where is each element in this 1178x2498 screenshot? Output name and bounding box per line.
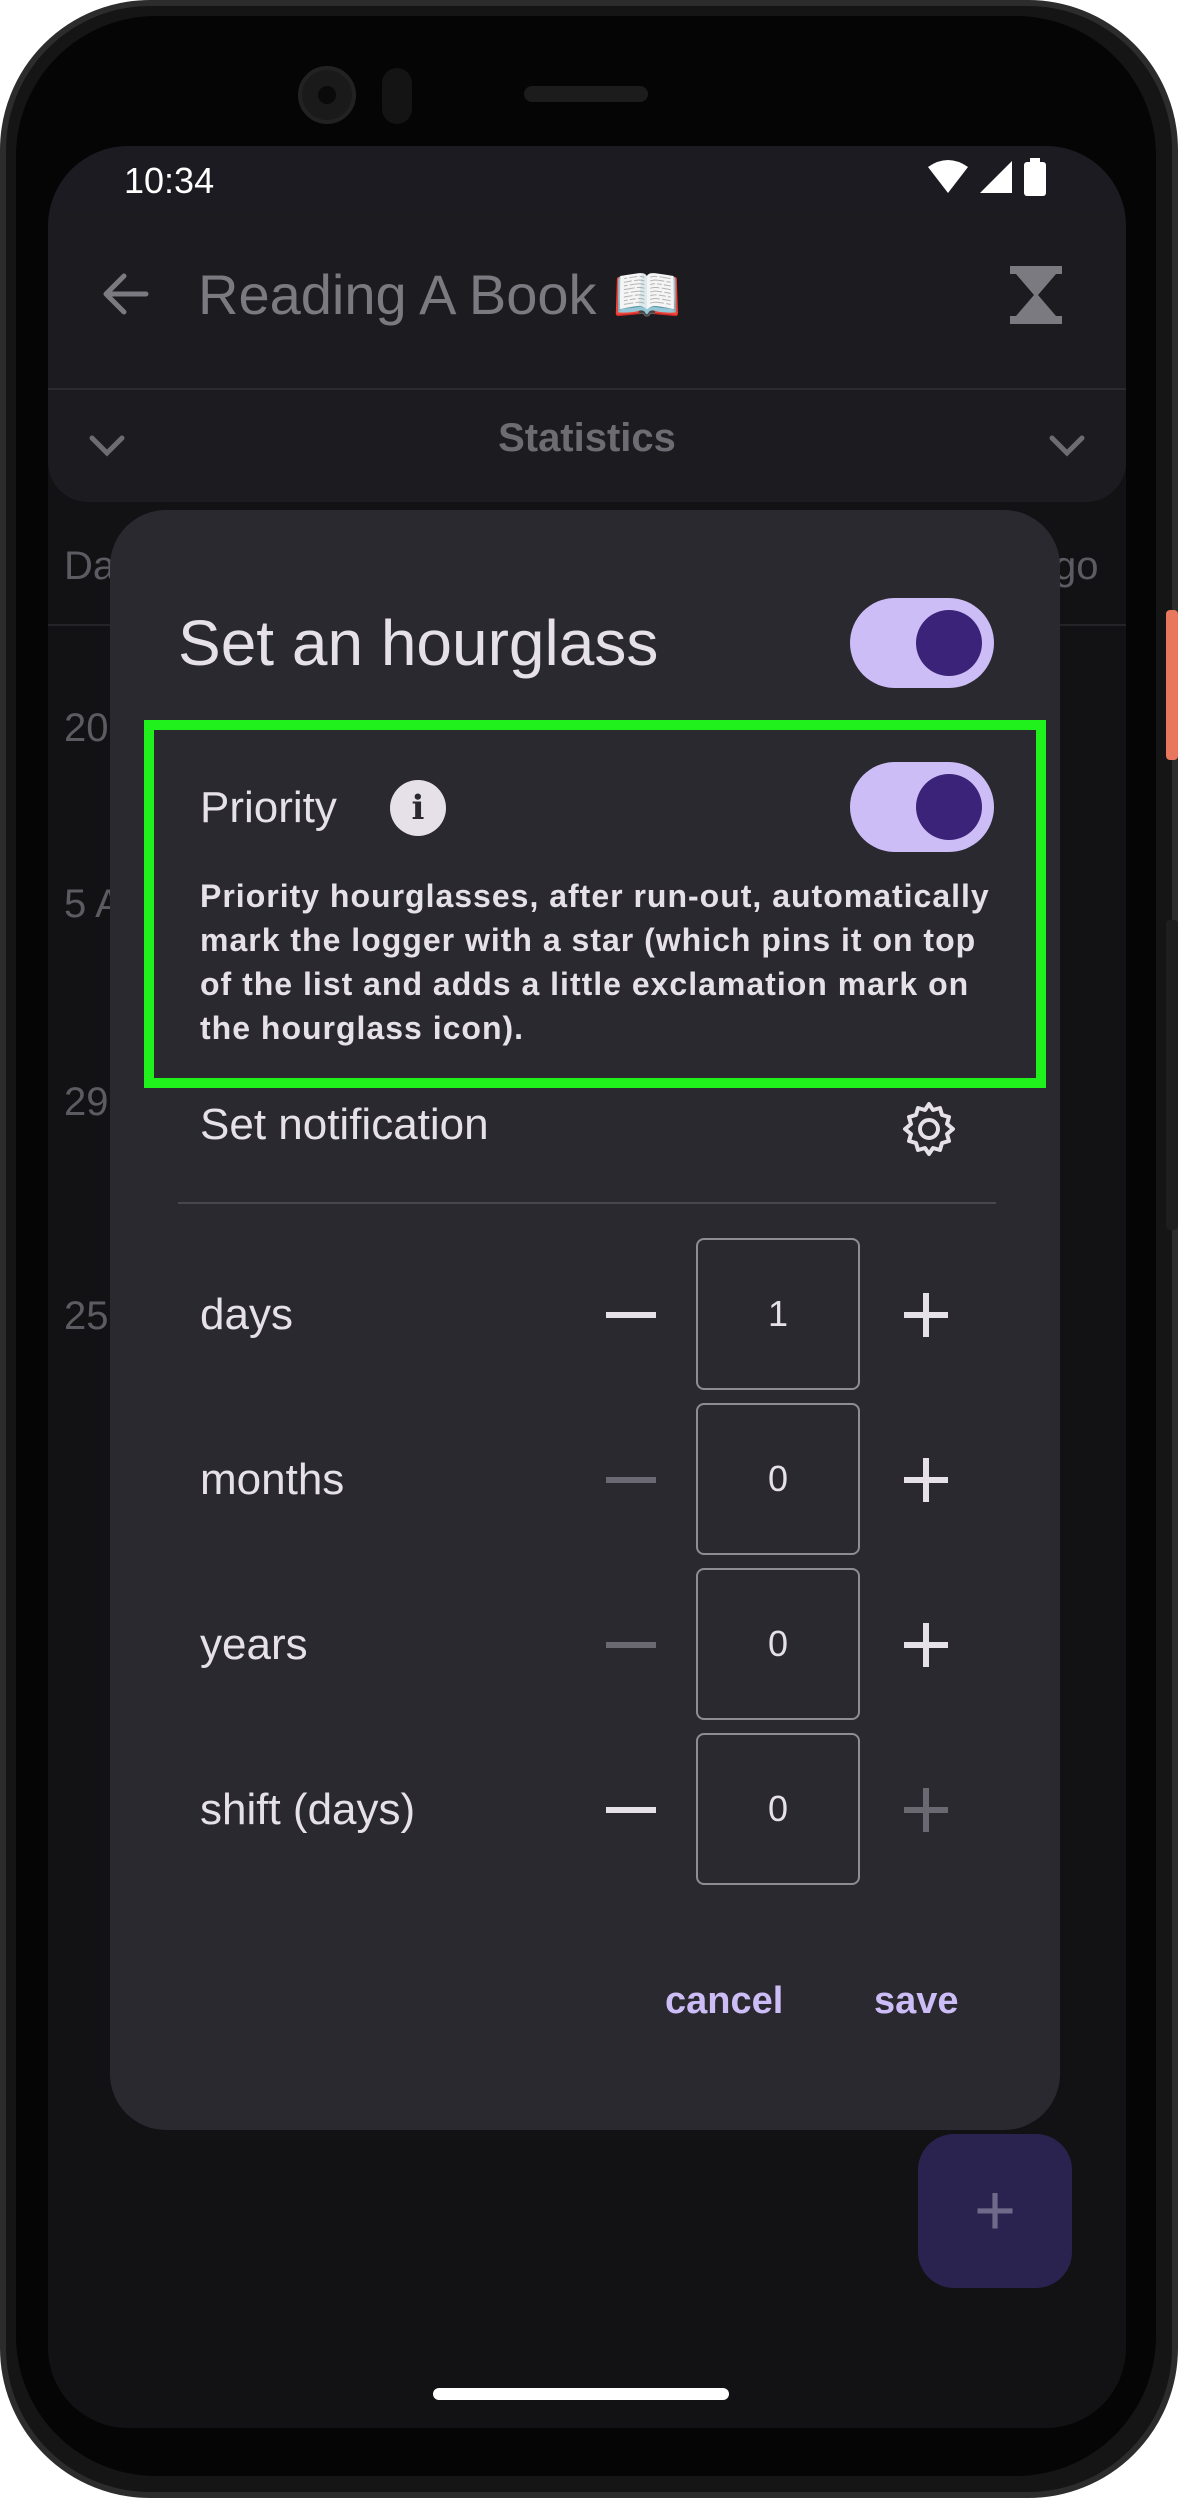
list-item: 20 — [64, 706, 109, 750]
days-minus-button[interactable] — [606, 1312, 656, 1318]
plus-icon — [923, 1458, 929, 1502]
shift-days-label: shift (days) — [200, 1785, 416, 1834]
save-button[interactable]: save — [874, 1980, 959, 2023]
priority-description: Priority hourglasses, after run-out, aut… — [200, 878, 990, 1046]
volume-button — [1166, 920, 1178, 1230]
plus-icon — [923, 1293, 929, 1337]
status-icons — [928, 158, 1046, 196]
statistics-toggle[interactable]: Statistics — [48, 416, 1126, 461]
front-camera — [298, 66, 356, 124]
power-button — [1166, 610, 1178, 760]
list-header-left: Da — [64, 544, 116, 588]
years-label: years — [200, 1620, 308, 1669]
months-label: months — [200, 1455, 345, 1504]
chevron-down-icon[interactable] — [1042, 426, 1092, 466]
hourglass-icon[interactable] — [1008, 264, 1064, 326]
dialog-separator — [178, 1202, 996, 1204]
battery-icon — [1024, 158, 1046, 196]
info-icon[interactable]: i — [390, 780, 446, 836]
back-arrow-icon[interactable] — [96, 264, 156, 324]
cancel-button[interactable]: cancel — [665, 1980, 783, 2023]
priority-label: Priority — [200, 783, 337, 832]
toggle-knob — [916, 610, 982, 676]
plus-icon: + — [973, 2171, 1017, 2251]
priority-toggle[interactable] — [850, 762, 994, 852]
gear-icon[interactable] — [900, 1100, 958, 1158]
years-minus-button[interactable] — [606, 1642, 656, 1648]
shift-minus-button[interactable] — [606, 1807, 656, 1813]
months-value-input[interactable]: 0 — [696, 1403, 860, 1555]
years-value-input[interactable]: 0 — [696, 1568, 860, 1720]
wifi-icon — [928, 160, 968, 193]
status-time: 10:34 — [124, 160, 215, 201]
days-label: days — [200, 1290, 293, 1339]
months-minus-button[interactable] — [606, 1477, 656, 1483]
page-title: Reading A Book 📖 — [198, 263, 682, 326]
earpiece-speaker — [524, 86, 648, 102]
toggle-knob — [916, 774, 982, 840]
dialog-title: Set an hourglass — [178, 607, 659, 679]
plus-icon — [923, 1623, 929, 1667]
signal-icon — [980, 161, 1012, 193]
notification-label: Set notification — [200, 1100, 489, 1149]
list-item: 29 — [64, 1080, 109, 1124]
app-bar-divider — [48, 388, 1126, 390]
home-indicator[interactable] — [433, 2388, 729, 2400]
shift-value-input[interactable]: 0 — [696, 1733, 860, 1885]
days-value-input[interactable]: 1 — [696, 1238, 860, 1390]
list-header-right: go — [1054, 544, 1099, 588]
list-item: 25 — [64, 1294, 109, 1338]
plus-icon — [923, 1788, 929, 1832]
proximity-sensor — [382, 68, 412, 124]
hourglass-toggle[interactable] — [850, 598, 994, 688]
